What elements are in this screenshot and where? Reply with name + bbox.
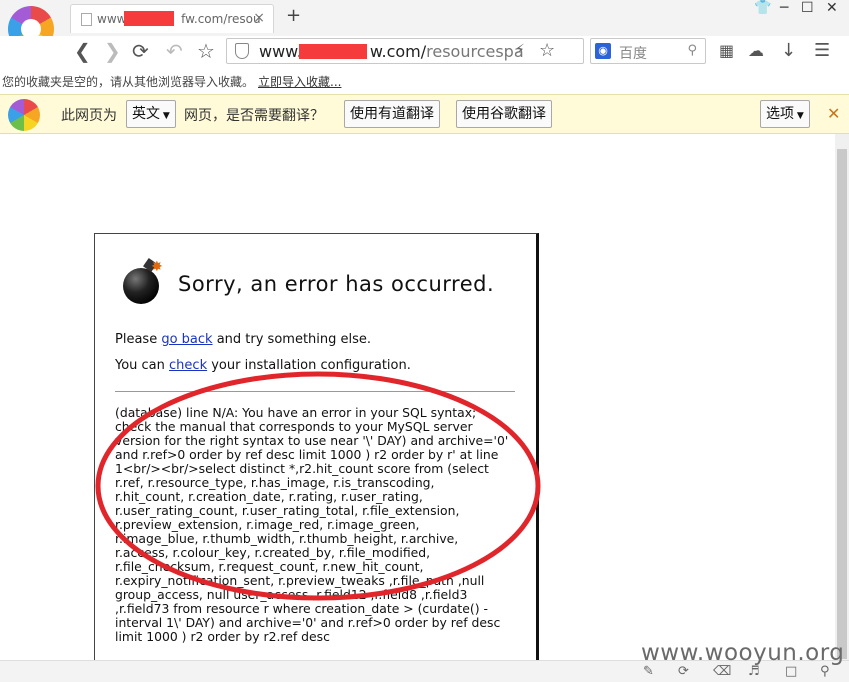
youdao-translate-button[interactable]: 使用有道翻译 <box>344 100 440 128</box>
close-translate-icon[interactable]: ✕ <box>827 104 840 123</box>
scrollbar-thumb[interactable] <box>837 149 847 659</box>
close-window-button[interactable]: ✕ <box>826 0 838 16</box>
minimize-button[interactable]: ─ <box>780 0 788 16</box>
tab-bar: www. fw.com/resou × + 👕 ─ ☐ ✕ <box>0 0 849 36</box>
lightning-icon[interactable]: ⚡ <box>515 42 525 58</box>
import-bookmarks-link[interactable]: 立即导入收藏... <box>258 73 341 90</box>
options-dropdown[interactable]: 选项 ▼ <box>760 100 810 128</box>
tab-title: www. fw.com/resou <box>97 12 261 26</box>
cloud-icon[interactable]: ☁ <box>748 41 764 61</box>
trash-icon[interactable]: ⌫ <box>713 664 731 679</box>
baidu-icon: ◉ <box>595 43 611 59</box>
new-tab-button[interactable]: + <box>286 5 301 26</box>
favorite-star-icon[interactable]: ☆ <box>539 40 555 61</box>
translate-bar: 此网页为 英文 ▼ 网页，是否需要翻译？ 使用有道翻译 使用谷歌翻译 选项 ▼ … <box>0 94 849 134</box>
maximize-button[interactable]: ☐ <box>801 0 814 16</box>
reload-icon[interactable]: ⟳ <box>132 41 149 61</box>
redaction-mark <box>299 44 367 59</box>
error-title: Sorry, an error has occurred. <box>178 272 495 296</box>
page-icon <box>81 13 92 26</box>
security-shield-icon <box>235 43 249 59</box>
address-bar[interactable]: www. w.com/resourcespa ⚡ ☆ <box>226 38 584 64</box>
bookmarks-bar: 您的收藏夹是空的，请从其他浏览器导入收藏。 立即导入收藏... <box>0 68 849 94</box>
undo-icon[interactable]: ↶ <box>166 41 183 61</box>
browser-tab[interactable]: www. fw.com/resou × <box>70 4 274 33</box>
skin-icon[interactable]: 👕 <box>754 0 771 16</box>
forward-icon[interactable]: ❯ <box>104 41 121 61</box>
translate-question: 网页，是否需要翻译？ <box>184 108 324 124</box>
bookmark-star-icon[interactable]: ☆ <box>197 41 215 61</box>
vertical-scrollbar[interactable] <box>835 134 849 660</box>
pin-icon[interactable]: ✎ <box>643 664 654 679</box>
spark-icon: ✸ <box>151 259 163 275</box>
menu-icon[interactable]: ☰ <box>814 41 830 61</box>
back-icon[interactable]: ❮ <box>74 41 91 61</box>
language-select[interactable]: 英文 ▼ <box>126 100 176 128</box>
bookmarks-empty-message: 您的收藏夹是空的，请从其他浏览器导入收藏。 <box>2 75 255 89</box>
translate-logo-icon <box>8 99 40 131</box>
annotation-ellipse <box>95 371 541 601</box>
refresh-status-icon[interactable]: ⟳ <box>678 664 689 679</box>
window-icon[interactable]: □ <box>785 664 797 679</box>
go-back-line: Please go back and try something else. <box>115 332 372 347</box>
zoom-icon[interactable]: ⚲ <box>820 664 830 679</box>
translate-prefix: 此网页为 <box>61 108 117 124</box>
sound-icon[interactable]: ♬ <box>748 664 760 679</box>
search-input[interactable]: 百度 <box>619 43 647 63</box>
go-back-link[interactable]: go back <box>161 332 212 347</box>
download-icon[interactable]: ↓ <box>781 41 796 61</box>
search-icon[interactable]: ⚲ <box>687 43 697 58</box>
apps-icon[interactable]: ▦ <box>719 41 734 61</box>
tab-close-button[interactable]: × <box>253 10 265 26</box>
watermark: www.wooyun.org <box>641 640 845 666</box>
google-translate-button[interactable]: 使用谷歌翻译 <box>456 100 552 128</box>
search-box[interactable]: ◉ 百度 ⚲ <box>590 38 706 64</box>
redaction-mark <box>124 11 174 26</box>
